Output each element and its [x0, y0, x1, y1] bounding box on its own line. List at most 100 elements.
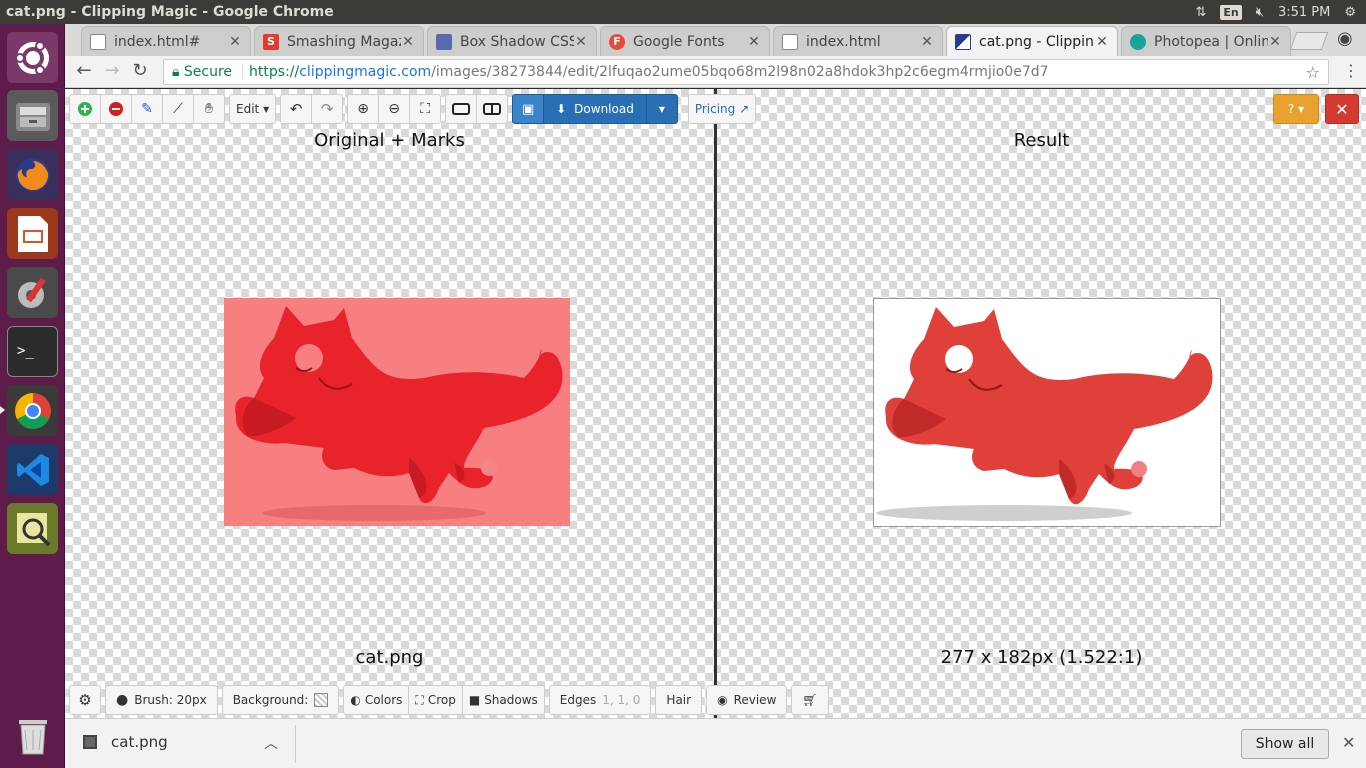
close-icon[interactable]: ✕	[1342, 733, 1355, 752]
clipping-magic-editor: ✎ ⟋ ✋︎ Edit ▾ ↶ ↷ ⊕ ⊖ ⛶ ▣ ⬇ Download ▾ Pr…	[65, 89, 1366, 718]
image-viewer-icon[interactable]	[7, 503, 58, 554]
pricing-link[interactable]: Pricing ↗	[687, 94, 757, 124]
secure-lock-indicator[interactable]: 🔒︎ Secure	[164, 64, 244, 80]
pricing-label: Pricing	[694, 102, 736, 116]
new-tab-button[interactable]	[1289, 32, 1329, 50]
tab-index-html[interactable]: index.html ✕	[773, 26, 943, 56]
network-icon[interactable]: ⇅	[1195, 5, 1206, 20]
redo-button[interactable]: ↷	[311, 94, 344, 124]
split-view-button[interactable]	[476, 94, 509, 124]
forward-arrow-icon[interactable]: →	[97, 60, 127, 81]
shadows-button[interactable]: ■ Shadows	[461, 685, 545, 715]
address-bar[interactable]: 🔒︎ Secure https://clippingmagic.com/imag…	[163, 59, 1329, 85]
external-link-icon: ↗	[739, 102, 750, 116]
brush-size-button[interactable]: ● Brush: 20px	[105, 685, 218, 715]
clock[interactable]: 3:51 PM	[1278, 5, 1330, 20]
keep-marker-button[interactable]	[69, 94, 101, 124]
close-icon[interactable]: ✕	[920, 34, 934, 50]
edit-menu-button[interactable]: Edit ▾	[229, 94, 277, 124]
crop-button[interactable]: ⛶ Crop	[408, 685, 463, 715]
brush-dot-icon: ●	[116, 692, 129, 708]
save-download-group: ▣ ⬇ Download ▾	[512, 94, 678, 124]
scalpel-button[interactable]: ⟋	[162, 94, 194, 124]
photopea-icon	[1130, 33, 1146, 50]
reload-icon[interactable]: ↻	[125, 60, 155, 81]
help-menu-button[interactable]: ? ▾	[1273, 94, 1319, 124]
background-button[interactable]: Background:	[221, 685, 340, 715]
zoom-in-button[interactable]: ⊕	[347, 94, 380, 124]
settings-gear-icon[interactable]: ⚙	[1344, 5, 1356, 20]
vscode-icon[interactable]	[7, 444, 58, 495]
tab-index-hash[interactable]: index.html# ✕	[81, 26, 251, 56]
result-image[interactable]	[873, 298, 1221, 527]
background-swatch	[314, 693, 329, 707]
firefox-icon[interactable]	[7, 149, 58, 200]
close-icon[interactable]: ✕	[574, 34, 588, 50]
back-arrow-icon[interactable]: ←	[69, 60, 99, 81]
libreoffice-impress-icon[interactable]	[7, 208, 58, 259]
close-icon[interactable]: ✕	[401, 34, 415, 50]
marking-tools-group: ✎ ⟋ ✋︎	[69, 94, 225, 124]
fullscreen-icon: ⛶	[420, 101, 431, 117]
download-item[interactable]: cat.png	[83, 733, 168, 751]
save-button[interactable]: ▣	[512, 94, 545, 124]
tab-photopea[interactable]: Photopea | Onlin ✕	[1121, 26, 1291, 56]
hair-button[interactable]: Hair	[655, 685, 703, 715]
tab-box-shadow-css[interactable]: Box Shadow CSS ✕	[427, 26, 597, 56]
settings-button[interactable]: ⚙	[69, 685, 101, 715]
single-view-button[interactable]	[445, 94, 478, 124]
download-button[interactable]: ⬇ Download	[543, 94, 647, 124]
close-icon[interactable]: ✕	[1095, 34, 1109, 50]
chevron-up-icon[interactable]: ︿	[264, 733, 278, 753]
download-options-button[interactable]: ▾	[645, 94, 678, 124]
plus-circle-icon	[78, 102, 92, 116]
undo-button[interactable]: ↶	[280, 94, 313, 124]
pan-button[interactable]: ✋︎	[193, 94, 225, 124]
tab-google-fonts[interactable]: F Google Fonts ✕	[600, 26, 770, 56]
download-shelf: cat.png ︿ Show all ✕	[65, 718, 1366, 768]
edges-button[interactable]: Edges 1, 1, 0	[548, 685, 652, 715]
zoom-group: ⊕ ⊖ ⛶	[347, 94, 442, 124]
bookmark-star-icon[interactable]: ☆	[1306, 63, 1320, 82]
gear-icon: ⚙	[78, 691, 92, 709]
files-icon[interactable]	[7, 90, 58, 141]
system-top-bar: cat.png - Clipping Magic - Google Chrome…	[0, 0, 1366, 24]
clippingmagic-icon	[955, 33, 971, 50]
panel-divider[interactable]	[714, 89, 717, 718]
colors-button[interactable]: ◐ Colors	[343, 685, 410, 715]
caret-down-icon: ▾	[658, 102, 665, 116]
ubuntu-dash-icon[interactable]	[7, 32, 58, 83]
google-fonts-icon: F	[609, 33, 625, 50]
remove-marker-button[interactable]	[100, 94, 132, 124]
cart-button[interactable]: 🛒︎	[791, 685, 829, 715]
unity-launcher: >_	[0, 24, 65, 768]
system-settings-icon[interactable]	[7, 267, 58, 318]
eraser-icon: ✎	[141, 101, 153, 117]
close-icon[interactable]: ✕	[228, 34, 242, 50]
hand-icon: ✋︎	[205, 101, 213, 117]
close-icon[interactable]: ✕	[747, 34, 761, 50]
tab-clipping-magic[interactable]: cat.png - Clippin ✕	[946, 26, 1118, 56]
tab-smashing-magazine[interactable]: S Smashing Magaz ✕	[254, 26, 424, 56]
eraser-button[interactable]: ✎	[131, 94, 163, 124]
zoom-out-button[interactable]: ⊖	[378, 94, 411, 124]
keyboard-language-indicator[interactable]: En	[1220, 4, 1242, 20]
close-editor-button[interactable]: ✕	[1325, 94, 1359, 124]
tab-label: index.html#	[114, 33, 201, 50]
window-title: cat.png - Clipping Magic - Google Chrome	[6, 4, 334, 20]
close-icon[interactable]: ✕	[1268, 34, 1282, 50]
chrome-icon[interactable]	[0, 385, 58, 436]
fit-to-screen-button[interactable]: ⛶	[409, 94, 442, 124]
terminal-icon[interactable]: >_	[7, 326, 58, 377]
trash-icon[interactable]	[7, 710, 58, 761]
review-button[interactable]: ◉ Review	[706, 685, 788, 715]
user-profile-icon[interactable]: ◉	[1337, 28, 1353, 49]
tab-label: Photopea | Onlin	[1154, 33, 1268, 50]
chrome-menu-icon[interactable]: ⋮	[1343, 61, 1359, 80]
original-image[interactable]	[224, 298, 570, 526]
volume-icon[interactable]: 🔇︎	[1256, 5, 1264, 20]
result-panel-title: Result	[1013, 130, 1070, 151]
show-all-downloads-button[interactable]: Show all	[1241, 729, 1329, 759]
smashing-icon: S	[263, 33, 279, 50]
split-pane-icon	[483, 103, 502, 115]
